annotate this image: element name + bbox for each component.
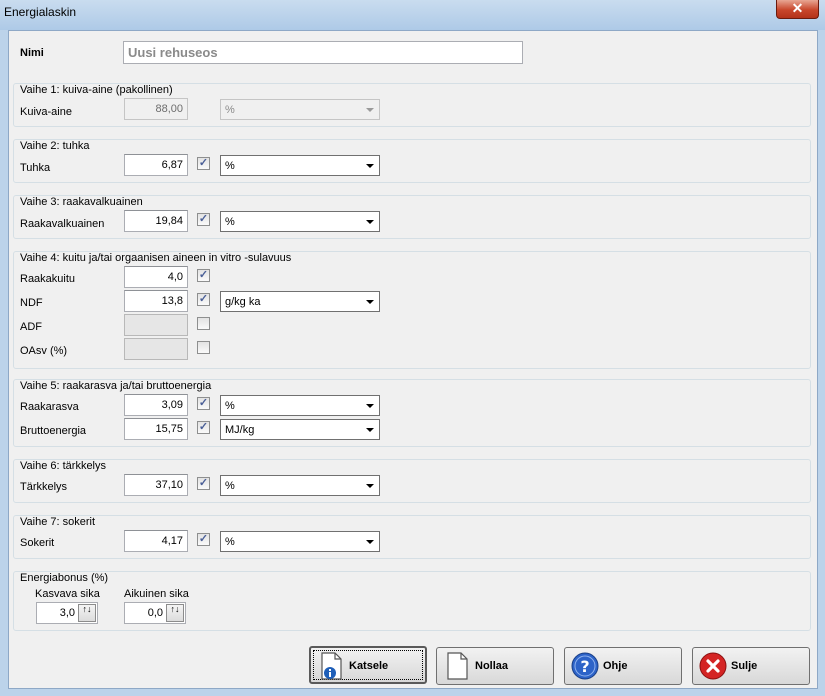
vaihe4-title: Vaihe 4: kuitu ja/tai orgaanisen aineen … xyxy=(20,252,292,264)
tuhka-unit-select[interactable]: % xyxy=(220,155,380,176)
tarkkelys-input[interactable]: 37,10 xyxy=(124,474,188,496)
vaihe3-group: Vaihe 3: raakavalkuainen Raakavalkuainen… xyxy=(13,195,811,239)
tuhka-checkbox[interactable]: ✓ xyxy=(197,157,210,170)
oasv-label: OAsv (%) xyxy=(20,345,68,357)
energiabonus-title: Energiabonus (%) xyxy=(20,572,109,584)
raakavalkuainen-unit-select[interactable]: % xyxy=(220,211,380,232)
chevron-down-icon xyxy=(366,540,374,544)
ndf-checkbox[interactable]: ✓ xyxy=(197,293,210,306)
kuiva-aine-unit-value: % xyxy=(225,104,235,116)
ndf-unit-value: g/kg ka xyxy=(225,296,261,308)
kuiva-aine-input[interactable]: 88,00 xyxy=(124,98,188,120)
ohje-label: Ohje xyxy=(603,660,628,672)
adf-input[interactable] xyxy=(124,314,188,336)
vaihe7-group: Vaihe 7: sokerit Sokerit 4,17 ✓ % xyxy=(13,515,811,559)
nollaa-button[interactable]: Nollaa xyxy=(436,647,554,685)
window-close-button[interactable]: ✕ xyxy=(776,0,819,19)
vaihe6-title: Vaihe 6: tärkkelys xyxy=(20,460,107,472)
katsele-label: Katsele xyxy=(349,660,389,672)
sulje-button[interactable]: Sulje xyxy=(692,647,810,685)
bruttoenergia-input[interactable]: 15,75 xyxy=(124,418,188,440)
raakavalkuainen-unit-value: % xyxy=(225,216,235,228)
vaihe6-group: Vaihe 6: tärkkelys Tärkkelys 37,10 ✓ % xyxy=(13,459,811,503)
blank-document-icon xyxy=(447,652,468,680)
oasv-checkbox[interactable] xyxy=(197,341,210,354)
vaihe4-group: Vaihe 4: kuitu ja/tai orgaanisen aineen … xyxy=(13,251,811,369)
raakakuitu-checkbox[interactable]: ✓ xyxy=(197,269,210,282)
chevron-down-icon xyxy=(366,164,374,168)
chevron-down-icon xyxy=(366,428,374,432)
energiabonus-group: Energiabonus (%) Kasvava sika 3,0 ↑↓ Aik… xyxy=(13,571,811,631)
raakarasva-unit-value: % xyxy=(225,400,235,412)
vaihe5-title: Vaihe 5: raakarasva ja/tai bruttoenergia xyxy=(20,380,212,392)
kuiva-aine-unit-select[interactable]: % xyxy=(220,99,380,120)
sulje-label: Sulje xyxy=(731,660,758,672)
katsele-button[interactable]: Katsele xyxy=(309,646,427,684)
bruttoenergia-checkbox[interactable]: ✓ xyxy=(197,421,210,434)
aikuinen-sika-label: Aikuinen sika xyxy=(124,588,189,600)
close-circle-icon xyxy=(699,652,727,680)
tarkkelys-unit-select[interactable]: % xyxy=(220,475,380,496)
ndf-unit-select[interactable]: g/kg ka xyxy=(220,291,380,312)
raakarasva-label: Raakarasva xyxy=(20,401,79,413)
sokerit-unit-select[interactable]: % xyxy=(220,531,380,552)
kasvava-sika-value: 3,0 xyxy=(59,607,75,619)
tarkkelys-unit-value: % xyxy=(225,480,235,492)
dialog-body: Nimi Uusi rehuseos Vaihe 1: kuiva-aine (… xyxy=(8,30,818,689)
vaihe2-title: Vaihe 2: tuhka xyxy=(20,140,90,152)
chevron-down-icon xyxy=(366,484,374,488)
oasv-input[interactable] xyxy=(124,338,188,360)
raakarasva-unit-select[interactable]: % xyxy=(220,395,380,416)
raakavalkuainen-label: Raakavalkuainen xyxy=(20,218,105,230)
vaihe2-group: Vaihe 2: tuhka Tuhka 6,87 ✓ % xyxy=(13,139,811,183)
chevron-down-icon xyxy=(366,404,374,408)
tuhka-input[interactable]: 6,87 xyxy=(124,154,188,176)
vaihe5-group: Vaihe 5: raakarasva ja/tai bruttoenergia… xyxy=(13,379,811,447)
bruttoenergia-unit-select[interactable]: MJ/kg xyxy=(220,419,380,440)
aikuinen-sika-spinner[interactable]: 0,0 ↑↓ xyxy=(124,602,186,624)
ohje-button[interactable]: ? Ohje xyxy=(564,647,682,685)
chevron-down-icon xyxy=(366,300,374,304)
chevron-down-icon xyxy=(366,220,374,224)
name-input[interactable]: Uusi rehuseos xyxy=(123,41,523,64)
tuhka-unit-value: % xyxy=(225,160,235,172)
raakakuitu-input[interactable]: 4,0 xyxy=(124,266,188,288)
aikuinen-sika-value: 0,0 xyxy=(147,607,163,619)
sokerit-unit-value: % xyxy=(225,536,235,548)
raakarasva-checkbox[interactable]: ✓ xyxy=(197,397,210,410)
bruttoenergia-unit-value: MJ/kg xyxy=(225,424,255,436)
svg-text:?: ? xyxy=(580,657,589,676)
spin-arrows-icon[interactable]: ↑↓ xyxy=(78,604,96,622)
sokerit-checkbox[interactable]: ✓ xyxy=(197,533,210,546)
nollaa-label: Nollaa xyxy=(475,660,509,672)
title-bar: Energialaskin ✕ xyxy=(0,0,825,30)
window-title: Energialaskin xyxy=(4,5,77,19)
info-document-icon xyxy=(321,652,342,680)
raakakuitu-label: Raakakuitu xyxy=(20,273,76,285)
kasvava-sika-label: Kasvava sika xyxy=(35,588,100,600)
spin-arrows-icon[interactable]: ↑↓ xyxy=(166,604,184,622)
chevron-down-icon xyxy=(366,108,374,112)
raakavalkuainen-checkbox[interactable]: ✓ xyxy=(197,213,210,226)
tarkkelys-checkbox[interactable]: ✓ xyxy=(197,477,210,490)
tuhka-label: Tuhka xyxy=(20,162,51,174)
sokerit-label: Sokerit xyxy=(20,537,55,549)
adf-label: ADF xyxy=(20,321,42,333)
raakavalkuainen-input[interactable]: 19,84 xyxy=(124,210,188,232)
name-label: Nimi xyxy=(20,47,44,59)
adf-checkbox[interactable] xyxy=(197,317,210,330)
vaihe1-title: Vaihe 1: kuiva-aine (pakollinen) xyxy=(20,84,173,96)
help-icon: ? xyxy=(571,652,599,680)
sokerit-input[interactable]: 4,17 xyxy=(124,530,188,552)
raakarasva-input[interactable]: 3,09 xyxy=(124,394,188,416)
vaihe1-group: Vaihe 1: kuiva-aine (pakollinen) Kuiva-a… xyxy=(13,83,811,127)
tarkkelys-label: Tärkkelys xyxy=(20,481,68,493)
bruttoenergia-label: Bruttoenergia xyxy=(20,425,87,437)
kuiva-aine-label: Kuiva-aine xyxy=(20,106,72,118)
vaihe7-title: Vaihe 7: sokerit xyxy=(20,516,96,528)
kasvava-sika-spinner[interactable]: 3,0 ↑↓ xyxy=(36,602,98,624)
vaihe3-title: Vaihe 3: raakavalkuainen xyxy=(20,196,143,208)
ndf-label: NDF xyxy=(20,297,43,309)
ndf-input[interactable]: 13,8 xyxy=(124,290,188,312)
